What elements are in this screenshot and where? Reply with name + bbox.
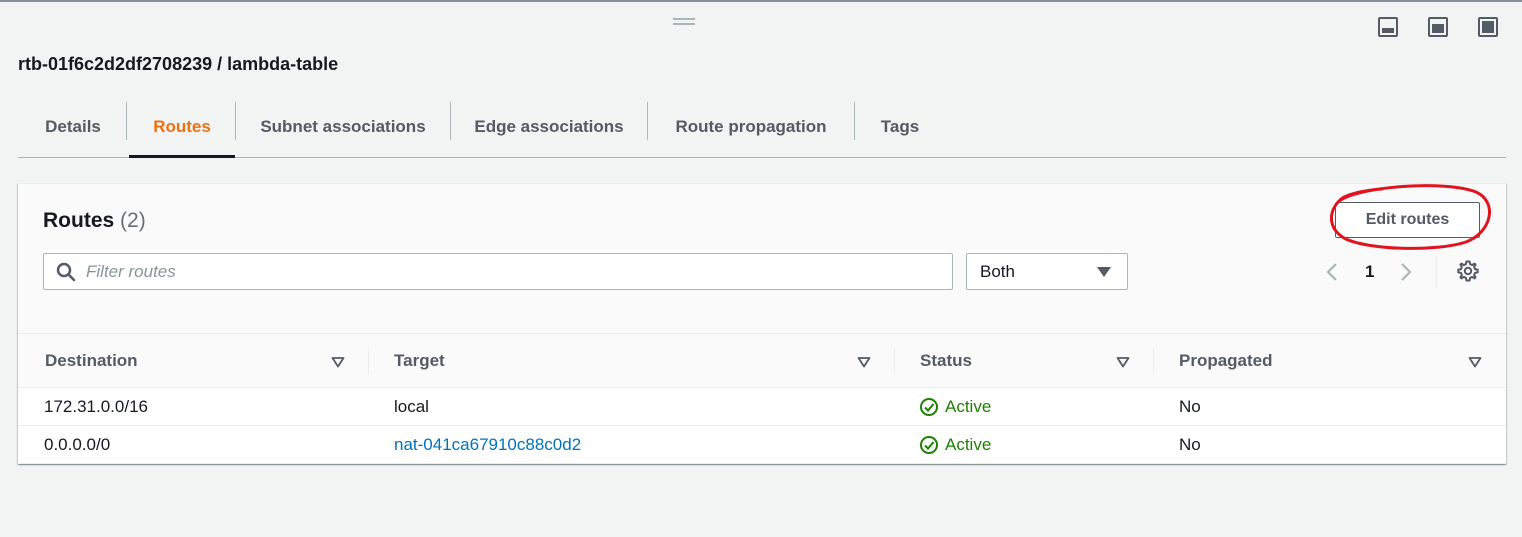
check-circle-icon bbox=[920, 436, 938, 454]
tab-route-propagation[interactable]: Route propagation bbox=[648, 96, 854, 157]
status-text: Active bbox=[945, 435, 992, 454]
column-header-target[interactable]: Target bbox=[394, 334, 445, 388]
panel-title: rtb-01f6c2d2df2708239 / lambda-table bbox=[18, 54, 339, 74]
routes-header: Routes (2) Edit routes Both 1 bbox=[18, 184, 1506, 334]
caret-down-icon bbox=[1097, 267, 1111, 277]
column-header-status[interactable]: Status bbox=[920, 334, 972, 388]
propagated-cell: No bbox=[1179, 397, 1201, 416]
top-border bbox=[0, 0, 1522, 2]
sort-icon[interactable] bbox=[1116, 356, 1130, 368]
routes-count: (2) bbox=[120, 209, 146, 232]
table-row[interactable]: 172.31.0.0/16 local Active No bbox=[18, 388, 1506, 426]
routes-title-label: Routes bbox=[43, 209, 115, 232]
tab-routes[interactable]: Routes bbox=[129, 96, 235, 158]
status-cell: Active bbox=[919, 426, 991, 464]
target-cell: nat-041ca67910c88c0d2 bbox=[394, 426, 581, 464]
tab-bar: Details Routes Subnet associations Edge … bbox=[18, 96, 1506, 158]
panel-full-icon[interactable] bbox=[1477, 16, 1499, 38]
chevron-left-icon bbox=[1326, 263, 1337, 281]
check-circle-icon bbox=[920, 398, 938, 416]
gear-icon[interactable] bbox=[1456, 259, 1480, 283]
table-header-row: Destination Target Status Propagated bbox=[18, 334, 1506, 388]
sort-icon[interactable] bbox=[857, 356, 871, 368]
page-number-button[interactable]: 1 bbox=[1365, 260, 1374, 284]
panel-bottom-icon[interactable] bbox=[1377, 16, 1399, 38]
search-icon bbox=[56, 262, 76, 281]
sort-icon[interactable] bbox=[1468, 356, 1482, 368]
routes-container: Routes (2) Edit routes Both 1 Destinati bbox=[18, 183, 1506, 464]
column-header-propagated[interactable]: Propagated bbox=[1179, 334, 1273, 388]
next-page-button[interactable] bbox=[1399, 260, 1419, 284]
tab-subnet-associations[interactable]: Subnet associations bbox=[236, 96, 450, 157]
destination-cell: 0.0.0.0/0 bbox=[44, 435, 111, 454]
tab-tags[interactable]: Tags bbox=[855, 96, 945, 157]
edit-routes-button[interactable]: Edit routes bbox=[1335, 202, 1480, 238]
route-type-select[interactable]: Both bbox=[966, 253, 1128, 290]
previous-page-button[interactable] bbox=[1325, 260, 1345, 284]
sort-icon[interactable] bbox=[331, 356, 345, 368]
route-type-select-value: Both bbox=[980, 261, 1015, 281]
column-divider bbox=[1153, 348, 1154, 374]
filter-routes-field bbox=[43, 253, 953, 290]
tab-divider bbox=[126, 102, 127, 140]
tab-edge-associations[interactable]: Edge associations bbox=[451, 96, 647, 157]
column-divider bbox=[368, 348, 369, 374]
routes-title: Routes (2) bbox=[43, 209, 146, 233]
table-row[interactable]: 0.0.0.0/0 nat-041ca67910c88c0d2 Active N… bbox=[18, 426, 1506, 464]
panel-side-icon[interactable] bbox=[1427, 16, 1449, 38]
target-link[interactable]: nat-041ca67910c88c0d2 bbox=[394, 435, 581, 455]
status-cell: Active bbox=[919, 388, 991, 426]
pager-divider bbox=[1436, 256, 1437, 288]
propagated-cell: No bbox=[1179, 435, 1201, 454]
status-text: Active bbox=[945, 397, 992, 416]
target-cell: local bbox=[394, 397, 429, 416]
filter-routes-input[interactable] bbox=[86, 261, 926, 282]
tab-details[interactable]: Details bbox=[18, 96, 128, 157]
column-divider bbox=[894, 348, 895, 374]
drag-handle-icon[interactable] bbox=[673, 18, 695, 26]
destination-cell: 172.31.0.0/16 bbox=[44, 397, 148, 416]
column-header-destination[interactable]: Destination bbox=[45, 334, 138, 388]
chevron-right-icon bbox=[1401, 263, 1412, 281]
